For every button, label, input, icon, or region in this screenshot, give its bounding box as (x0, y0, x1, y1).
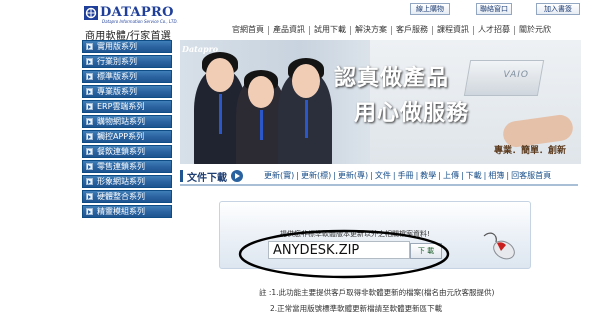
subnav-tutorials[interactable]: 教學 (418, 170, 438, 181)
sidebar-item-hardware[interactable]: 硬體整合系列 (82, 190, 172, 203)
nav-item-home[interactable]: 官網首頁 (228, 25, 268, 35)
lanyard (305, 100, 308, 138)
note-1: 註 :1.此功能主要提供客戶取得非軟體更新的檔案(檔名由元欣客服提供) (259, 288, 495, 297)
subnav-album[interactable]: 相簿 (486, 170, 506, 181)
sidebar-item-label: 行業別系列 (97, 57, 137, 66)
document-subnav: 更新(實) | 更新(標) | 更新(專) | 文件 | 手冊 | 教學 | 上傳 | 下載 |… (262, 168, 553, 182)
contact-button[interactable]: 聯絡窗口 (476, 3, 512, 15)
mouse-icon (483, 232, 515, 260)
sidebar-item-wizard[interactable]: 精靈模組系列 (82, 205, 172, 218)
staff-face (248, 76, 274, 108)
sidebar: 實用版系列 行業別系列 標準版系列 專業版系列 ERP雲端系列 購物網站系列 觸… (82, 40, 172, 220)
banner-headline-1: 認真做產品 (334, 65, 450, 91)
sidebar-item-standard[interactable]: 標準版系列 (82, 70, 172, 83)
sidebar-item-label: ERP雲端系列 (97, 102, 145, 111)
sidebar-item-label: 標準版系列 (97, 72, 137, 81)
sidebar-item-label: 餐飲連鎖系列 (97, 147, 145, 156)
sidebar-item-retail-chain[interactable]: 零售連鎖系列 (82, 160, 172, 173)
sidebar-item-image-site[interactable]: 形象網站系列 (82, 175, 172, 188)
download-instruction: 提供您非標準軟體版本更新以外之相關檔案資料! (280, 230, 430, 238)
section-accent-bar (180, 170, 183, 182)
logo-brand: DATAPRO (100, 5, 174, 20)
arrow-bullet-icon (86, 103, 93, 110)
arrow-bullet-icon (86, 148, 93, 155)
sidebar-item-label: 觸控APP系列 (97, 132, 145, 141)
nav-item-products[interactable]: 產品資訊 (269, 25, 309, 35)
staff-face (292, 64, 320, 98)
lanyard (260, 110, 263, 140)
arrow-bullet-icon (86, 88, 93, 95)
nav-item-trial[interactable]: 試用下載 (310, 25, 350, 35)
logo-mark-icon (84, 6, 98, 20)
online-shop-button[interactable]: 線上購物 (410, 3, 450, 15)
subnav-update-professional[interactable]: 更新(專) (336, 170, 370, 181)
nav-item-service[interactable]: 客戶服務 (392, 25, 432, 35)
arrow-bullet-icon (86, 178, 93, 185)
arrow-bullet-icon (86, 133, 93, 140)
subnav-update-standard[interactable]: 更新(標) (299, 170, 333, 181)
note-2: 2.正常當用版號標準軟體更新檔請至軟體更新區下載 (270, 304, 443, 313)
sidebar-item-practical[interactable]: 實用版系列 (82, 40, 172, 53)
banner-logo: Datapro (182, 44, 219, 54)
arrow-bullet-icon (86, 43, 93, 50)
hero-banner: VAIO Datapro 認真做產品 用心做服務 專業．簡單．創新 (180, 40, 581, 164)
bookmark-button[interactable]: 加入書簽 (536, 3, 580, 15)
lanyard (219, 94, 222, 134)
nav-item-solutions[interactable]: 解決方案 (351, 25, 391, 35)
laptop-brand: VAIO (503, 70, 529, 80)
nav-item-careers[interactable]: 人才招募 (474, 25, 514, 35)
subnav-service-home[interactable]: 回客服首頁 (509, 170, 553, 181)
arrow-bullet-icon (86, 58, 93, 65)
notes: 註 :1.此功能主要提供客戶取得非軟體更新的檔案(檔名由元欣客服提供) 2.正常… (259, 285, 494, 317)
sidebar-item-erp-cloud[interactable]: ERP雲端系列 (82, 100, 172, 113)
arrow-right-icon (231, 170, 243, 182)
subnav-documents[interactable]: 文件 (373, 170, 393, 181)
sidebar-item-industry[interactable]: 行業別系列 (82, 55, 172, 68)
company-logo[interactable]: DATAPRO Datapro Information Service Co.,… (84, 5, 180, 42)
download-button[interactable]: 下 載 (410, 243, 442, 259)
subnav-upload[interactable]: 上傳 (441, 170, 461, 181)
nav-item-about[interactable]: 關於元欣 (515, 25, 555, 35)
logo-subtitle: Datapro Information Service Co., LTD. (102, 19, 178, 24)
nav-item-courses[interactable]: 課程資訊 (433, 25, 473, 35)
sidebar-item-label: 零售連鎖系列 (97, 162, 145, 171)
arrow-bullet-icon (86, 73, 93, 80)
section-header: 文件下載 (180, 169, 243, 184)
arrow-bullet-icon (86, 208, 93, 215)
sidebar-item-professional[interactable]: 專業版系列 (82, 85, 172, 98)
sidebar-item-touch-app[interactable]: 觸控APP系列 (82, 130, 172, 143)
staff-face (206, 58, 234, 92)
sidebar-item-restaurant-chain[interactable]: 餐飲連鎖系列 (82, 145, 172, 158)
top-navigation: 官網首頁 產品資訊 試用下載 解決方案 客戶服務 課程資訊 人才招募 關於元欣 (228, 24, 555, 36)
subnav-update-practical[interactable]: 更新(實) (262, 170, 296, 181)
arrow-bullet-icon (86, 193, 93, 200)
subnav-manuals[interactable]: 手冊 (396, 170, 416, 181)
sidebar-item-label: 形象網站系列 (97, 177, 145, 186)
section-title: 文件下載 (187, 172, 227, 184)
banner-headline-2: 用心做服務 (354, 100, 470, 126)
section-divider (180, 184, 578, 186)
sidebar-item-label: 硬體整合系列 (97, 192, 145, 201)
sidebar-item-label: 專業版系列 (97, 87, 137, 96)
banner-tagline: 專業．簡單．創新 (494, 146, 567, 156)
arrow-bullet-icon (86, 118, 93, 125)
subnav-download[interactable]: 下載 (464, 170, 484, 181)
sidebar-item-label: 精靈模組系列 (97, 207, 145, 216)
sidebar-item-label: 實用版系列 (97, 42, 137, 51)
filename-input[interactable] (268, 241, 410, 259)
sidebar-item-label: 購物網站系列 (97, 117, 145, 126)
arrow-bullet-icon (86, 163, 93, 170)
sidebar-item-shop-site[interactable]: 購物網站系列 (82, 115, 172, 128)
